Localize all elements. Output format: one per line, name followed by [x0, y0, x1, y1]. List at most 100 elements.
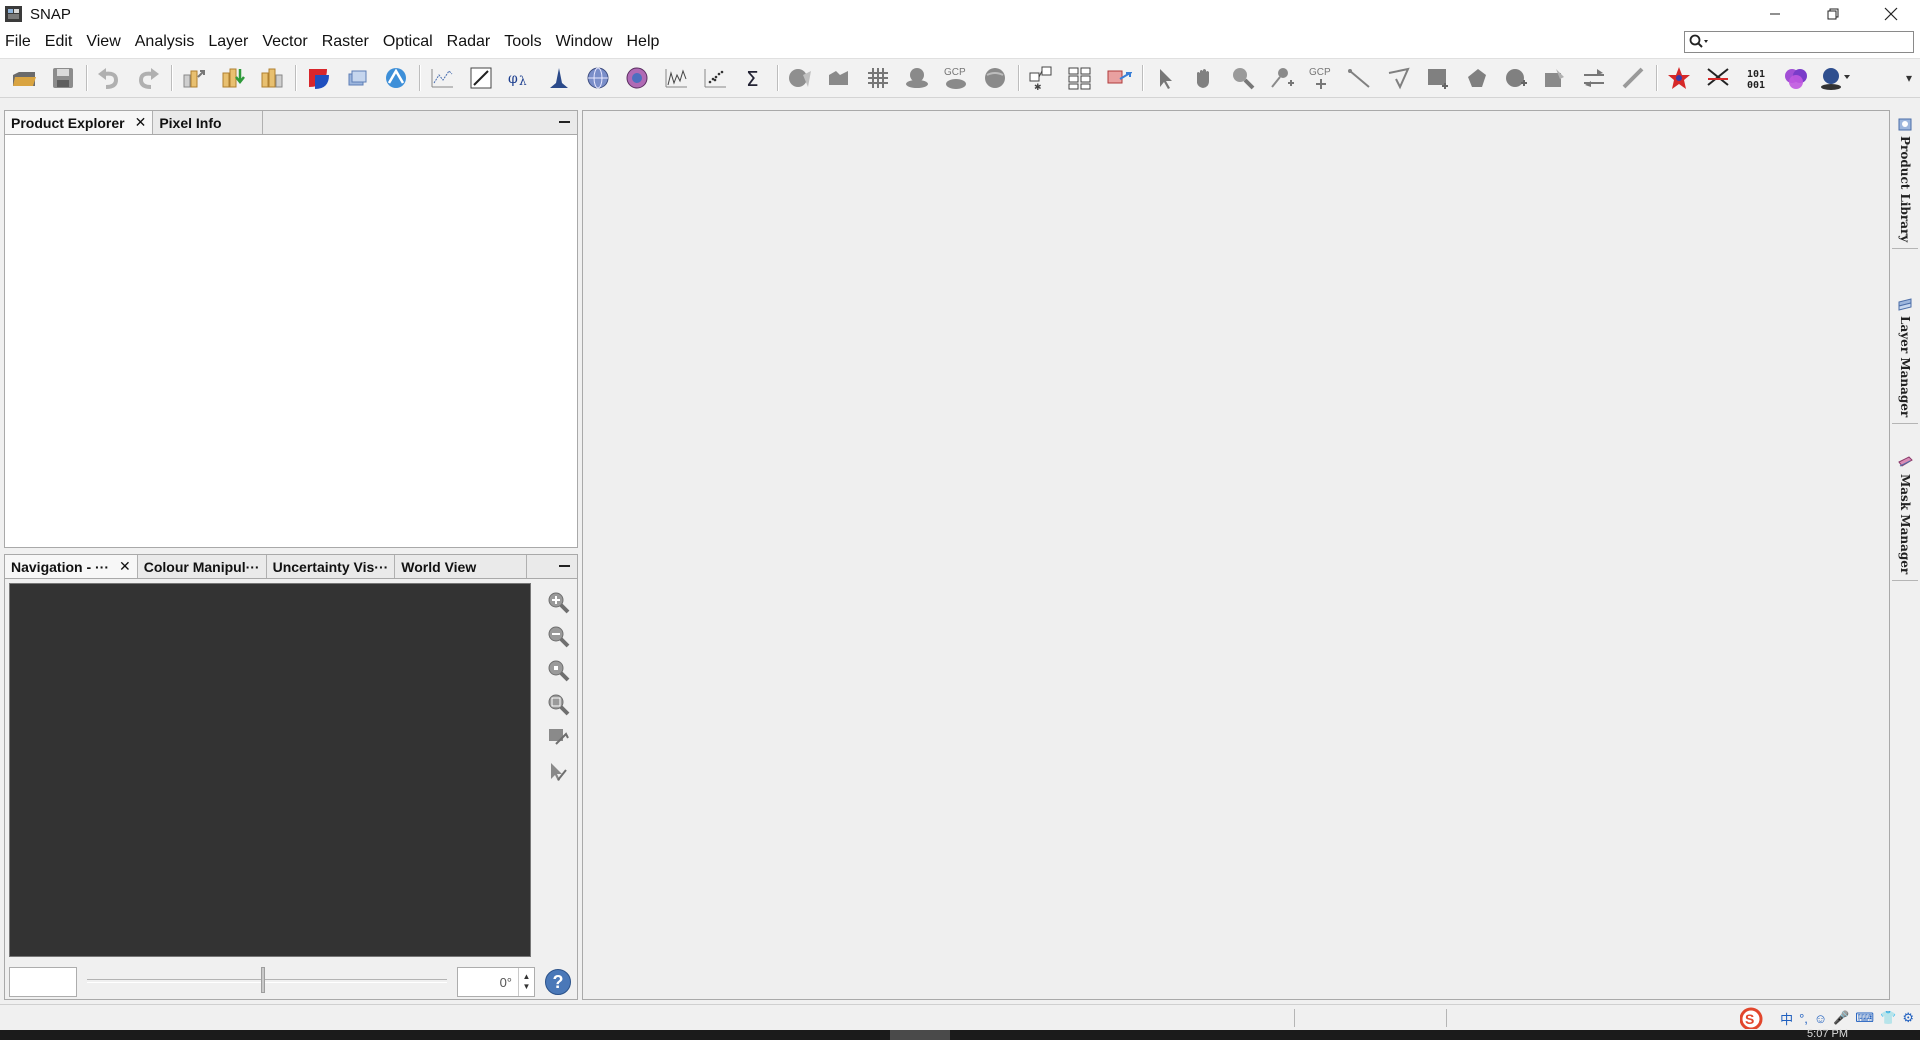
- ime-skin-icon[interactable]: 👕: [1880, 1010, 1896, 1026]
- sync-views-button[interactable]: [543, 721, 573, 755]
- menu-raster[interactable]: Raster: [315, 33, 376, 51]
- rotation-spinner[interactable]: 0° ▲ ▼: [457, 967, 535, 997]
- tab-world-view[interactable]: World View: [395, 555, 528, 578]
- geocoding-button[interactable]: [582, 62, 614, 94]
- ellipse-drawing-button[interactable]: [1461, 62, 1493, 94]
- ime-keyboard-icon[interactable]: ⌨: [1855, 1010, 1874, 1026]
- shapes-button[interactable]: [1780, 62, 1812, 94]
- save-product-button[interactable]: [47, 62, 79, 94]
- sidebar-tab-mask-manager[interactable]: Mask Manager: [1892, 454, 1918, 582]
- world-map-button[interactable]: [979, 62, 1011, 94]
- rectangle-drawing-button[interactable]: [1422, 62, 1454, 94]
- map-projection-button[interactable]: [901, 62, 933, 94]
- polyline-drawing-button[interactable]: [1383, 62, 1415, 94]
- tie-point-button[interactable]: ✱: [1025, 62, 1057, 94]
- histogram-button[interactable]: [543, 62, 575, 94]
- close-icon[interactable]: ✕: [135, 114, 147, 131]
- information-button[interactable]: [621, 62, 653, 94]
- pin-placing-button[interactable]: [1266, 62, 1298, 94]
- menu-window[interactable]: Window: [549, 33, 620, 51]
- menu-view[interactable]: View: [79, 33, 127, 51]
- image-view-area[interactable]: [582, 110, 1890, 1000]
- draw-line-button[interactable]: [465, 62, 497, 94]
- menu-analysis[interactable]: Analysis: [128, 33, 202, 51]
- spectrum-button[interactable]: φλ: [504, 62, 536, 94]
- search-input[interactable]: [1713, 33, 1913, 51]
- minimize-button[interactable]: [1746, 0, 1804, 28]
- chevron-up-icon[interactable]: ▲: [523, 972, 531, 982]
- navigation-canvas[interactable]: [9, 583, 531, 957]
- zoom-tool-button[interactable]: [1227, 62, 1259, 94]
- import-button[interactable]: [217, 62, 249, 94]
- gcp-placing-button[interactable]: GCP: [1305, 62, 1337, 94]
- sync-cursor-button[interactable]: [543, 755, 573, 789]
- grid-button[interactable]: [862, 62, 894, 94]
- graph-builder-button[interactable]: [784, 62, 816, 94]
- scatter-plot-button[interactable]: [699, 62, 731, 94]
- menu-radar[interactable]: Radar: [440, 33, 498, 51]
- close-icon[interactable]: ✕: [119, 558, 131, 575]
- menu-file[interactable]: File: [0, 33, 38, 51]
- close-button[interactable]: [1862, 0, 1920, 28]
- menu-edit[interactable]: Edit: [38, 33, 80, 51]
- profile-plot-button[interactable]: [426, 62, 458, 94]
- band-subset-button[interactable]: [256, 62, 288, 94]
- spinner-arrows[interactable]: ▲ ▼: [518, 968, 534, 996]
- zoom-out-button[interactable]: [543, 619, 573, 653]
- sogou-logo-icon[interactable]: S: [1740, 1007, 1774, 1029]
- restore-button[interactable]: [1804, 0, 1862, 28]
- zoom-all-button[interactable]: [543, 687, 573, 721]
- ime-settings-icon[interactable]: ⚙: [1902, 1010, 1914, 1026]
- tab-uncertainty-visualisation[interactable]: Uncertainty Vis···: [267, 555, 396, 578]
- tab-colour-manipulation[interactable]: Colour Manipul···: [138, 555, 267, 578]
- menu-optical[interactable]: Optical: [376, 33, 440, 51]
- rotation-value[interactable]: 0°: [458, 975, 518, 990]
- sidebar-tab-product-library[interactable]: Product Library: [1892, 116, 1918, 250]
- magic-wand-button[interactable]: [1539, 62, 1571, 94]
- ruler-button[interactable]: [1617, 62, 1649, 94]
- zoom-slider-track[interactable]: [87, 979, 447, 983]
- line-drawing-button[interactable]: [1344, 62, 1376, 94]
- minimize-panel-button[interactable]: [557, 559, 571, 573]
- zoom-factor-field[interactable]: [9, 967, 77, 997]
- minimize-panel-button[interactable]: [557, 115, 571, 129]
- zoom-slider-thumb[interactable]: [261, 967, 265, 993]
- pan-tool-button[interactable]: [1188, 62, 1220, 94]
- ime-punctuation[interactable]: °,: [1799, 1011, 1808, 1026]
- help-button[interactable]: ?: [545, 969, 571, 995]
- ime-voice-icon[interactable]: 🎤: [1833, 1010, 1849, 1026]
- chevron-down-icon[interactable]: ▾: [1906, 71, 1912, 85]
- rgb-image-button[interactable]: [302, 62, 334, 94]
- stack-button[interactable]: [1064, 62, 1096, 94]
- range-finder-button[interactable]: [1578, 62, 1610, 94]
- menu-tools[interactable]: Tools: [497, 33, 548, 51]
- open-product-button[interactable]: [8, 62, 40, 94]
- sidebar-tab-layer-manager[interactable]: Layer Manager: [1892, 296, 1918, 425]
- binary-button[interactable]: 101 001: [1741, 62, 1773, 94]
- export-button[interactable]: [178, 62, 210, 94]
- select-tool-button[interactable]: [1149, 62, 1181, 94]
- reprojection-button[interactable]: [1103, 62, 1135, 94]
- undo-button[interactable]: [93, 62, 125, 94]
- pixel-explorer-button[interactable]: [380, 62, 412, 94]
- chevron-down-icon[interactable]: ▼: [523, 982, 531, 992]
- star-button[interactable]: [1663, 62, 1695, 94]
- ime-chinese-mode[interactable]: 中: [1780, 1009, 1793, 1028]
- menu-layer[interactable]: Layer: [201, 33, 255, 51]
- tab-navigation[interactable]: Navigation - ··· ✕: [5, 555, 138, 578]
- menu-vector[interactable]: Vector: [255, 33, 314, 51]
- batch-processing-button[interactable]: [823, 62, 855, 94]
- menu-help[interactable]: Help: [619, 33, 666, 51]
- tab-pixel-info[interactable]: Pixel Info: [153, 111, 263, 134]
- gcp-button[interactable]: GCP: [940, 62, 972, 94]
- statistics-button[interactable]: Σ: [738, 62, 770, 94]
- zoom-pixel-button[interactable]: [543, 653, 573, 687]
- globe-button[interactable]: [1819, 62, 1851, 94]
- product-tree[interactable]: [5, 135, 577, 547]
- polygon-drawing-button[interactable]: [1500, 62, 1532, 94]
- zoom-in-button[interactable]: [543, 585, 573, 619]
- time-series-button[interactable]: [660, 62, 692, 94]
- ime-emoji-icon[interactable]: ☺: [1814, 1011, 1827, 1026]
- redo-button[interactable]: [132, 62, 164, 94]
- band-maths-button[interactable]: [341, 62, 373, 94]
